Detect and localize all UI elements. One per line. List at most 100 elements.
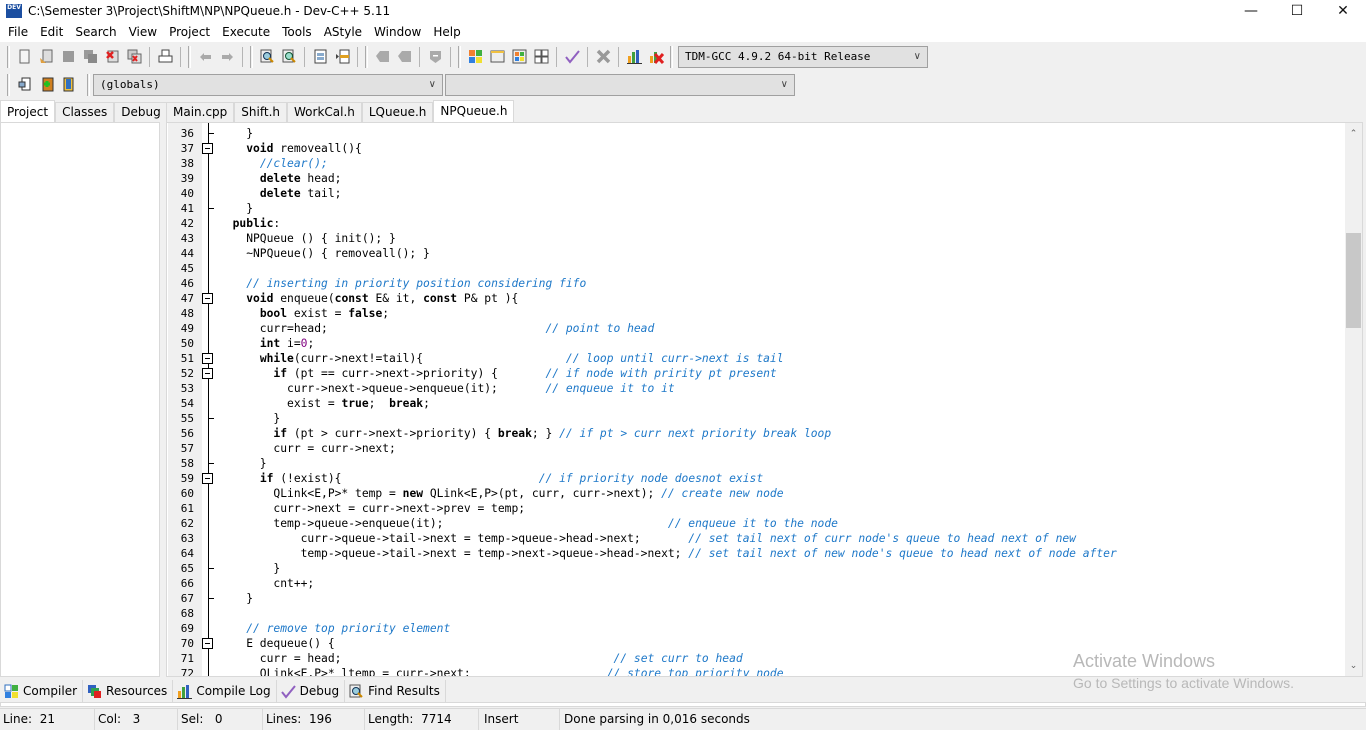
fold-collapse-icon[interactable] bbox=[202, 368, 213, 379]
code-line[interactable]: 49 curr=head; // point to head bbox=[167, 321, 1333, 336]
save-button[interactable] bbox=[57, 46, 79, 68]
run-button[interactable] bbox=[486, 46, 508, 68]
toggle-panel-button[interactable] bbox=[57, 74, 79, 96]
redo-button[interactable] bbox=[216, 46, 238, 68]
tab-main-cpp[interactable]: Main.cpp bbox=[166, 102, 235, 122]
code-line[interactable]: 51 while(curr->next!=tail){ // loop unti… bbox=[167, 351, 1333, 366]
code-line[interactable]: 53 curr->next->queue->enqueue(it); // en… bbox=[167, 381, 1333, 396]
delete-profile-button[interactable] bbox=[645, 46, 667, 68]
tab-debug-output[interactable]: Debug bbox=[277, 680, 346, 702]
code-lines[interactable]: 36 } 37 void removeall(){38 //clear(); 39 … bbox=[167, 126, 1333, 676]
fold-collapse-icon[interactable] bbox=[202, 638, 213, 649]
code-line[interactable]: 40 delete tail; bbox=[167, 186, 1333, 201]
rebuild-all-button[interactable] bbox=[530, 46, 552, 68]
code-line[interactable]: 39 delete head; bbox=[167, 171, 1333, 186]
code-line[interactable]: 57 curr = curr->next; bbox=[167, 441, 1333, 456]
code-line[interactable]: 61 curr->next = curr->next->prev = temp; bbox=[167, 501, 1333, 516]
code-line[interactable]: 38 //clear(); bbox=[167, 156, 1333, 171]
new-file-button[interactable] bbox=[13, 46, 35, 68]
tab-compiler[interactable]: Compiler bbox=[0, 680, 84, 702]
menu-project[interactable]: Project bbox=[163, 22, 216, 42]
scope-select[interactable]: (globals) ∨ bbox=[93, 73, 443, 96]
code-line[interactable]: 63 curr->queue->tail->next = temp->queue… bbox=[167, 531, 1333, 546]
print-button[interactable] bbox=[154, 46, 176, 68]
code-line[interactable]: 48 bool exist = false; bbox=[167, 306, 1333, 321]
indent-button[interactable] bbox=[371, 46, 393, 68]
maximize-button[interactable]: ☐ bbox=[1274, 0, 1320, 22]
code-line[interactable]: 70 E dequeue() { bbox=[167, 636, 1333, 651]
code-line[interactable]: 42 public: bbox=[167, 216, 1333, 231]
tab-workcal-h[interactable]: WorkCal.h bbox=[287, 102, 362, 122]
tab-npqueue-h[interactable]: NPQueue.h bbox=[433, 100, 515, 122]
menu-execute[interactable]: Execute bbox=[216, 22, 276, 42]
code-line[interactable]: 58 } bbox=[167, 456, 1333, 471]
code-line[interactable]: 67 } bbox=[167, 591, 1333, 606]
member-select[interactable]: ∨ bbox=[445, 73, 795, 96]
code-line[interactable]: 36 } bbox=[167, 126, 1333, 141]
code-line[interactable]: 46 // inserting in priority position con… bbox=[167, 276, 1333, 291]
compile-button[interactable] bbox=[464, 46, 486, 68]
tab-find-results[interactable]: Find Results bbox=[345, 680, 446, 702]
toolbar-grip[interactable] bbox=[670, 45, 673, 68]
goto-line-button[interactable] bbox=[309, 46, 331, 68]
find-button[interactable] bbox=[256, 46, 278, 68]
undo-button[interactable] bbox=[194, 46, 216, 68]
toolbar-grip[interactable] bbox=[250, 45, 253, 68]
unindent-button[interactable] bbox=[393, 46, 415, 68]
tab-classes[interactable]: Classes bbox=[55, 102, 115, 122]
code-editor[interactable]: 36 } 37 void removeall(){38 //clear(); 39 … bbox=[166, 122, 1363, 677]
toggle-bookmark-button[interactable] bbox=[331, 46, 353, 68]
compile-run-button[interactable] bbox=[508, 46, 530, 68]
toolbar-grip[interactable] bbox=[7, 73, 10, 96]
tab-lqueue-h[interactable]: LQueue.h bbox=[361, 102, 434, 122]
toolbar-grip[interactable] bbox=[188, 45, 191, 68]
code-line[interactable]: 64 temp->queue->tail->next = temp->next-… bbox=[167, 546, 1333, 561]
code-line[interactable]: 44 ~NPQueue() { removeall(); } bbox=[167, 246, 1333, 261]
code-line[interactable]: 52 if (pt == curr->next->priority) { // … bbox=[167, 366, 1333, 381]
menu-astyle[interactable]: AStyle bbox=[318, 22, 368, 42]
scroll-up-arrow-icon[interactable]: ⌃ bbox=[1345, 125, 1362, 142]
code-line[interactable]: 68 bbox=[167, 606, 1333, 621]
menu-tools[interactable]: Tools bbox=[276, 22, 318, 42]
project-browser-panel[interactable] bbox=[0, 122, 160, 677]
toolbar-grip[interactable] bbox=[87, 73, 90, 96]
scroll-down-arrow-icon[interactable]: ⌄ bbox=[1345, 657, 1362, 674]
bottom-panel-splitter[interactable] bbox=[0, 702, 1366, 707]
open-file-button[interactable] bbox=[35, 46, 57, 68]
toggle-comment-button[interactable] bbox=[424, 46, 446, 68]
menu-edit[interactable]: Edit bbox=[34, 22, 69, 42]
fold-collapse-icon[interactable] bbox=[202, 353, 213, 364]
fold-collapse-icon[interactable] bbox=[202, 143, 213, 154]
close-button[interactable]: ✕ bbox=[1320, 0, 1366, 22]
fold-collapse-icon[interactable] bbox=[202, 293, 213, 304]
code-line[interactable]: 62 temp->queue->enqueue(it); // enqueue … bbox=[167, 516, 1333, 531]
code-line[interactable]: 43 NPQueue () { init(); } bbox=[167, 231, 1333, 246]
tab-compile-log[interactable]: Compile Log bbox=[173, 680, 277, 702]
tab-debug[interactable]: Debug bbox=[114, 102, 168, 122]
toolbar-grip[interactable] bbox=[365, 45, 368, 68]
replace-button[interactable] bbox=[278, 46, 300, 68]
menu-file[interactable]: File bbox=[2, 22, 34, 42]
code-line[interactable]: 41 } bbox=[167, 201, 1333, 216]
code-line[interactable]: 54 exist = true; break; bbox=[167, 396, 1333, 411]
code-line[interactable]: 65 } bbox=[167, 561, 1333, 576]
new-class-button[interactable] bbox=[35, 74, 57, 96]
code-line[interactable]: 69 // remove top priority element bbox=[167, 621, 1333, 636]
save-all-button[interactable] bbox=[79, 46, 101, 68]
menu-search[interactable]: Search bbox=[69, 22, 122, 42]
tab-project[interactable]: Project bbox=[0, 100, 56, 122]
stop-execution-button[interactable] bbox=[592, 46, 614, 68]
code-line[interactable]: 37 void removeall(){ bbox=[167, 141, 1333, 156]
minimize-button[interactable]: — bbox=[1228, 0, 1274, 22]
tab-shift-h[interactable]: Shift.h bbox=[234, 102, 287, 122]
code-line[interactable]: 66 cnt++; bbox=[167, 576, 1333, 591]
code-line[interactable]: 59 if (!exist){ // if priority node does… bbox=[167, 471, 1333, 486]
syntax-check-button[interactable] bbox=[561, 46, 583, 68]
close-all-button[interactable] bbox=[123, 46, 145, 68]
menu-view[interactable]: View bbox=[123, 22, 163, 42]
close-file-button[interactable] bbox=[101, 46, 123, 68]
code-line[interactable]: 55 } bbox=[167, 411, 1333, 426]
scrollbar-thumb[interactable] bbox=[1346, 233, 1361, 328]
code-line[interactable]: 45 bbox=[167, 261, 1333, 276]
vertical-scrollbar[interactable]: ⌃ ⌄ bbox=[1345, 123, 1362, 676]
